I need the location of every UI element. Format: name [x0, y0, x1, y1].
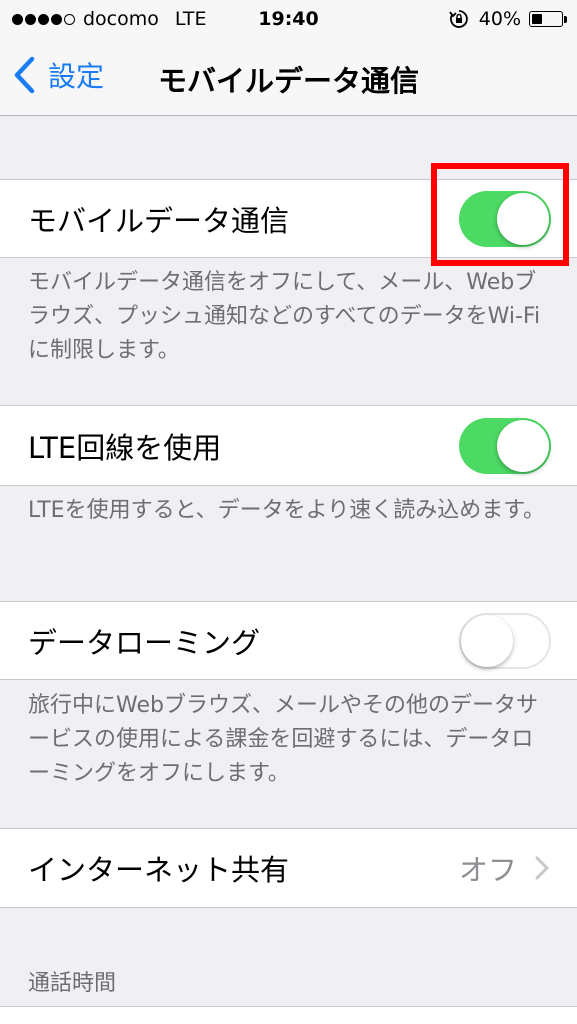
toggle-knob — [497, 420, 549, 472]
cell-label-mobile-data: モバイルデータ通信 — [28, 203, 290, 238]
chevron-right-icon — [535, 856, 549, 880]
page-title: モバイルデータ通信 — [157, 64, 419, 98]
data-roaming-toggle[interactable] — [459, 613, 551, 669]
section-header-call-time: 通話時間 — [28, 971, 117, 996]
status-bar: docomo LTE 19:40 40% — [0, 0, 577, 40]
highlight-box — [431, 163, 569, 266]
battery-icon — [529, 11, 563, 27]
cell-lte: LTE回線を使用 — [0, 405, 577, 486]
internet-sharing-value-wrap: オフ — [459, 829, 549, 907]
lte-footer: LTEを使用すると、データをより速く読み込めます。 — [28, 498, 546, 523]
cell-internet-sharing[interactable]: インターネット共有 オフ — [0, 828, 577, 908]
battery-percent: 40% — [478, 8, 521, 30]
cell-data-roaming: データローミング — [0, 601, 577, 680]
mobile-data-footer: モバイルデータ通信をオフにして、メール、Webブラウズ、プッシュ通知などのすべて… — [28, 270, 541, 363]
battery-tip — [564, 15, 567, 23]
cell-label-internet-sharing: インターネット共有 — [28, 853, 290, 887]
data-roaming-footer: 旅行中にWebブラウズ、メールやその他のデータサービスの使用による課金を回避する… — [28, 693, 538, 786]
cell-label-data-roaming: データローミング — [28, 625, 261, 660]
battery-fill — [532, 14, 542, 24]
toggle-knob — [461, 615, 513, 667]
cell-label-lte: LTE回線を使用 — [28, 430, 222, 465]
internet-sharing-value: オフ — [458, 853, 517, 887]
rotation-lock-icon — [449, 10, 468, 28]
navigation-bar: 設定 モバイルデータ通信 — [0, 40, 577, 116]
lte-toggle[interactable] — [459, 418, 551, 474]
next-group-edge — [0, 1006, 577, 1024]
